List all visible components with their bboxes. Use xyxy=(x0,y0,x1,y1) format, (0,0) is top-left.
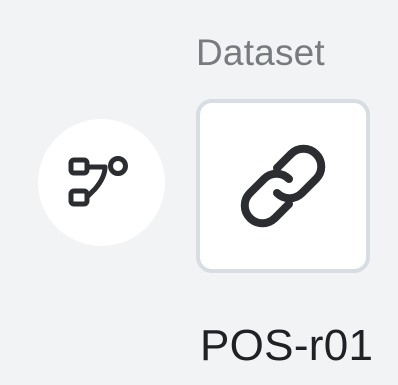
node-category-label: Dataset xyxy=(196,32,325,73)
dataset-node-card[interactable] xyxy=(196,99,370,273)
node-name: POS-r01 xyxy=(200,321,374,370)
link-icon xyxy=(235,138,331,234)
dataset-node-widget: Dataset POS-r01 xyxy=(0,0,398,385)
workflow-button[interactable] xyxy=(38,119,165,246)
workflow-icon xyxy=(65,155,139,211)
